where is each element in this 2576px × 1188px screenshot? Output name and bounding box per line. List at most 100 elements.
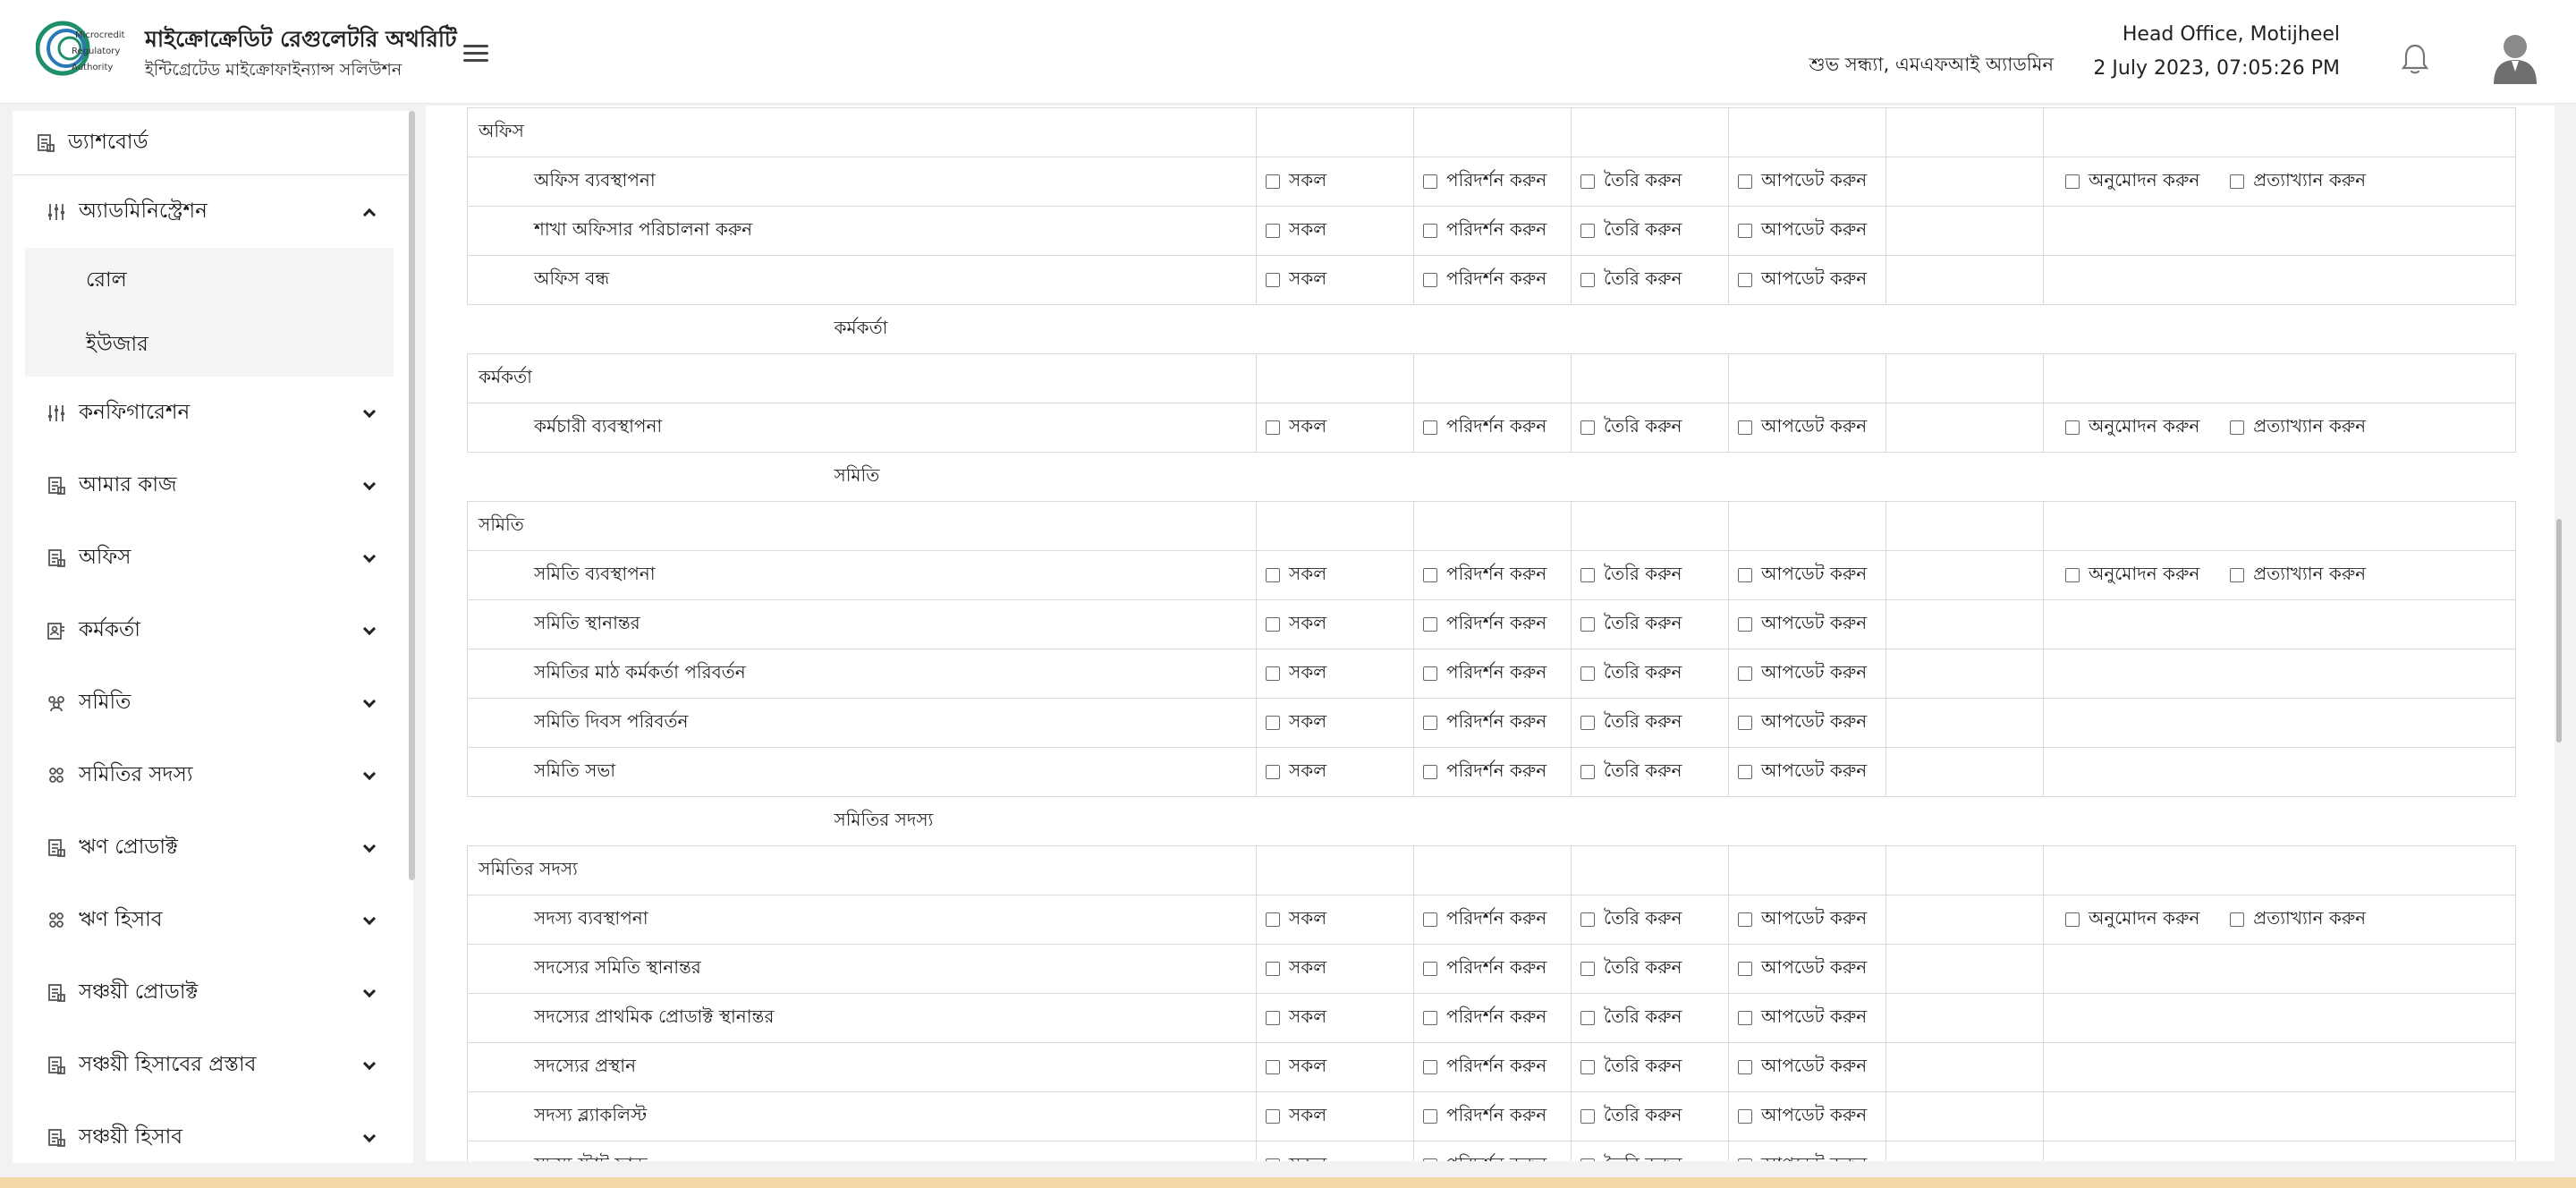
reject-checkbox[interactable]: প্রত্যাখ্যান করুন [2230,905,2366,935]
chevron-down-icon[interactable] [362,549,377,563]
checkbox[interactable] [1738,1011,1752,1025]
approve-checkbox[interactable]: অনুমোদন করুন [2065,561,2199,590]
checkbox[interactable] [1580,420,1595,435]
update-checkbox[interactable]: আপডেট করুন [1738,561,1867,590]
update-checkbox[interactable]: আপডেট করুন [1738,1053,1867,1082]
checkbox[interactable] [1580,666,1595,681]
sidebar-item-7[interactable]: ঋণ প্রোডাক্ট [13,811,413,884]
checkbox[interactable] [1423,568,1437,582]
all-checkbox[interactable]: সকল [1266,561,1326,590]
update-checkbox[interactable]: আপডেট করুন [1738,1004,1867,1033]
bell-icon[interactable] [2401,43,2429,75]
checkbox[interactable] [1423,962,1437,976]
view-checkbox[interactable]: পরিদর্শন করুন [1423,167,1546,197]
all-checkbox[interactable]: সকল [1266,758,1326,787]
checkbox[interactable] [1266,962,1280,976]
create-checkbox[interactable]: তৈরি করুন [1580,1053,1682,1082]
checkbox[interactable] [1423,765,1437,779]
all-checkbox[interactable]: সকল [1266,167,1326,197]
sidebar-item-2[interactable]: আমার কাজ [13,449,413,522]
checkbox[interactable] [2065,174,2080,189]
checkbox[interactable] [2065,420,2080,435]
view-checkbox[interactable]: পরিদর্শন করুন [1423,413,1546,443]
checkbox[interactable] [1266,1109,1280,1124]
create-checkbox[interactable]: তৈরি করুন [1580,167,1682,197]
checkbox[interactable] [1580,912,1595,927]
chevron-down-icon[interactable] [362,1129,377,1142]
checkbox[interactable] [1580,765,1595,779]
view-checkbox[interactable]: পরিদর্শন করুন [1423,955,1546,984]
sidebar-item-5[interactable]: সমিতি [13,666,413,739]
checkbox[interactable] [1738,716,1752,730]
chevron-down-icon[interactable] [362,694,377,708]
checkbox[interactable] [1738,420,1752,435]
checkbox[interactable] [1423,716,1437,730]
view-checkbox[interactable]: পরিদর্শন করুন [1423,610,1546,640]
chevron-down-icon[interactable] [362,477,377,490]
main-scrollbar[interactable] [2556,519,2562,742]
checkbox[interactable] [2230,568,2245,582]
create-checkbox[interactable]: তৈরি করুন [1580,758,1682,787]
all-checkbox[interactable]: সকল [1266,266,1326,295]
checkbox[interactable] [1266,174,1280,189]
update-checkbox[interactable]: আপডেট করুন [1738,709,1867,738]
sidebar-item-dashboard[interactable]: ড্যাশবোর্ড [13,111,413,175]
checkbox[interactable] [1423,420,1437,435]
all-checkbox[interactable]: সকল [1266,216,1326,246]
view-checkbox[interactable]: পরিদর্শন করুন [1423,266,1546,295]
sidebar-item-11[interactable]: সঞ্চয়ী হিসাব [13,1101,413,1163]
checkbox[interactable] [1266,666,1280,681]
checkbox[interactable] [1266,716,1280,730]
checkbox[interactable] [2065,568,2080,582]
checkbox[interactable] [1266,912,1280,927]
create-checkbox[interactable]: তৈরি করুন [1580,1151,1682,1161]
create-checkbox[interactable]: তৈরি করুন [1580,266,1682,295]
view-checkbox[interactable]: পরিদর্শন করুন [1423,905,1546,935]
checkbox[interactable] [1266,224,1280,238]
checkbox[interactable] [2230,912,2245,927]
sidebar-item-1[interactable]: কনফিগারেশন [13,377,413,449]
update-checkbox[interactable]: আপডেট করুন [1738,905,1867,935]
checkbox[interactable] [1738,912,1752,927]
checkbox[interactable] [1266,617,1280,632]
checkbox[interactable] [1738,1158,1752,1161]
checkbox[interactable] [1423,224,1437,238]
sidebar-subitem-1[interactable]: ইউজার [25,312,394,377]
checkbox[interactable] [1738,224,1752,238]
chevron-down-icon[interactable] [362,984,377,997]
all-checkbox[interactable]: সকল [1266,1151,1326,1161]
checkbox[interactable] [1580,273,1595,287]
all-checkbox[interactable]: সকল [1266,610,1326,640]
checkbox[interactable] [1423,1109,1437,1124]
checkbox[interactable] [1580,962,1595,976]
view-checkbox[interactable]: পরিদর্শন করুন [1423,659,1546,689]
checkbox[interactable] [1580,716,1595,730]
checkbox[interactable] [1423,1158,1437,1161]
create-checkbox[interactable]: তৈরি করুন [1580,1004,1682,1033]
checkbox[interactable] [1266,273,1280,287]
all-checkbox[interactable]: সকল [1266,1102,1326,1132]
checkbox[interactable] [1580,617,1595,632]
checkbox[interactable] [1423,1011,1437,1025]
checkbox[interactable] [1266,1011,1280,1025]
reject-checkbox[interactable]: প্রত্যাখ্যান করুন [2230,413,2366,443]
all-checkbox[interactable]: সকল [1266,1004,1326,1033]
checkbox[interactable] [1580,568,1595,582]
checkbox[interactable] [1266,1158,1280,1161]
all-checkbox[interactable]: সকল [1266,413,1326,443]
view-checkbox[interactable]: পরিদর্শন করুন [1423,709,1546,738]
checkbox[interactable] [1580,1011,1595,1025]
update-checkbox[interactable]: আপডেট করুন [1738,167,1867,197]
chevron-down-icon[interactable] [362,839,377,853]
view-checkbox[interactable]: পরিদর্শন করুন [1423,1102,1546,1132]
checkbox[interactable] [1580,1158,1595,1161]
checkbox[interactable] [1266,1060,1280,1074]
sidebar-item-0[interactable]: অ্যাডমিনিস্ট্রেশন [13,175,413,248]
create-checkbox[interactable]: তৈরি করুন [1580,659,1682,689]
reject-checkbox[interactable]: প্রত্যাখ্যান করুন [2230,167,2366,197]
checkbox[interactable] [2230,174,2245,189]
view-checkbox[interactable]: পরিদর্শন করুন [1423,216,1546,246]
sidebar-scrollbar[interactable] [409,111,415,880]
sidebar-item-10[interactable]: সঞ্চয়ী হিসাবের প্রস্তাব [13,1029,413,1101]
sidebar-item-9[interactable]: সঞ্চয়ী প্রোডাক্ট [13,956,413,1029]
